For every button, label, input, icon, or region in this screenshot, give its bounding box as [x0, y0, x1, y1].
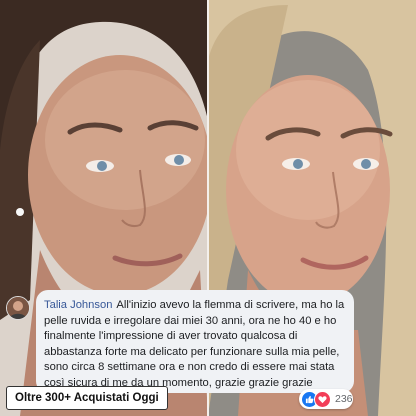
- testimonial-comment: Talia Johnson All'inizio avevo la flemma …: [0, 290, 356, 393]
- reaction-count: 236: [335, 393, 353, 405]
- comment-text: All'inizio avevo la flemma di scrivere, …: [44, 299, 345, 389]
- comment-bubble: Talia Johnson All'inizio avevo la flemma …: [36, 290, 354, 393]
- reactions-summary[interactable]: 236: [299, 389, 353, 409]
- avatar[interactable]: [6, 296, 30, 320]
- love-icon: [314, 390, 331, 408]
- comment-body: Talia Johnson All'inizio avevo la flemma …: [44, 298, 346, 392]
- comment-author-link[interactable]: Talia Johnson: [44, 299, 112, 311]
- purchase-badge: Oltre 300+ Acquistati Oggi: [6, 386, 168, 410]
